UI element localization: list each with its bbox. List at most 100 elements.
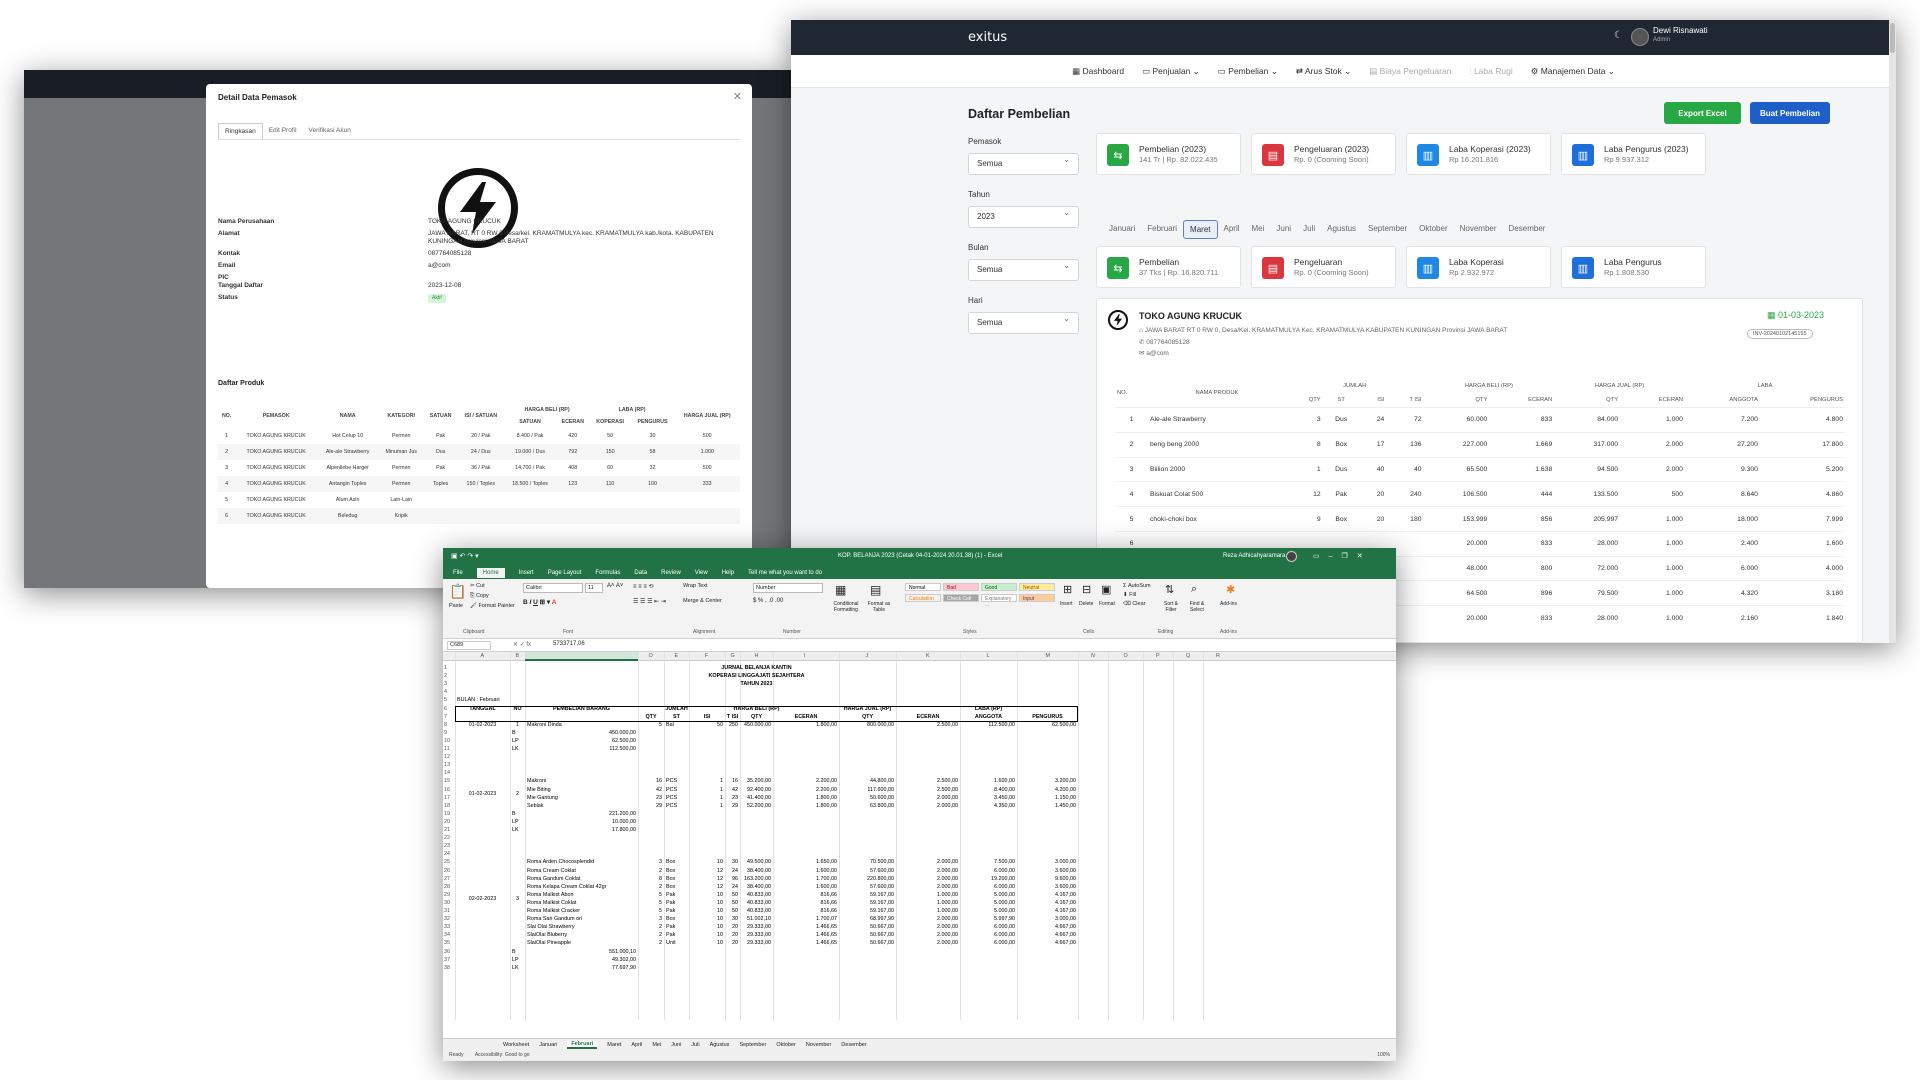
column-header[interactable]: G [731,653,735,659]
table-row[interactable]: 1 Ale-ale Strawberry 3 Dus 24 72 60.000 833 84.0… [1115,407,1845,433]
row-header[interactable]: 21 [444,827,450,833]
find-select-button[interactable]: Find & Select [1184,601,1210,613]
ribbon-tab[interactable]: Page Layout [548,570,582,576]
paste-button[interactable]: Paste [449,603,463,609]
zoom-level[interactable]: 100% [1377,1052,1390,1058]
style-neutral[interactable]: Neutral [1019,583,1055,591]
ribbon-tab[interactable]: Home [476,567,505,578]
month-tab[interactable]: Juli [1297,220,1321,239]
align-bottom-icons[interactable]: ☰ ☰ ☰ ⇤ ⇥ [633,598,666,605]
month-tab[interactable]: Januari [1103,220,1141,239]
buat-pembelian-button[interactable]: Buat Pembelian [1750,102,1830,124]
row-header[interactable]: 16 [444,787,450,793]
column-header[interactable]: Q [1186,653,1190,659]
row-header[interactable]: 13 [444,762,450,768]
filter-select[interactable]: Semua [968,259,1079,281]
tab-edit-profil[interactable]: Edit Profil [263,123,303,139]
nav-item[interactable]: ▤ Biaya Pengeluaran [1369,66,1451,77]
table-row[interactable]: 3 Biilion 2000 1 Dus 40 40 65.500 1.638 94.500 2.… [1115,456,1845,482]
ribbon-tab[interactable]: File [453,570,463,576]
window-controls[interactable]: ▭–❐✕ [1313,552,1372,560]
row-header[interactable]: 11 [444,746,450,752]
row-header[interactable]: 38 [444,965,450,971]
number-format-icons[interactable]: $ % , .0 .00 [753,598,783,604]
page-scrollbar[interactable] [1889,20,1896,643]
row-header[interactable]: 8 [444,722,447,728]
row-header[interactable]: 1 [444,665,447,671]
paste-icon[interactable]: 📋 [449,583,466,600]
column-header[interactable]: F [705,653,708,659]
conditional-formatting-button[interactable]: Conditional Formatting [829,601,863,613]
autosum-button[interactable]: Σ AutoSum [1123,583,1151,589]
style-good[interactable]: Good [981,583,1017,591]
row-header[interactable]: 7 [444,714,447,720]
ribbon-tab[interactable]: Data [634,570,647,576]
month-tab[interactable]: Maret [1183,220,1218,239]
row-header[interactable]: 31 [444,908,450,914]
avatar[interactable] [1631,28,1649,46]
month-tab[interactable]: Oktober [1413,220,1453,239]
sheet-tab[interactable]: Mei [652,1042,661,1048]
sheet-tab[interactable]: September [739,1042,766,1048]
sheet-tab[interactable]: Worksheet [503,1042,529,1048]
ribbon-tab[interactable]: Insert [519,570,534,576]
column-header[interactable]: J [866,653,869,659]
row-header[interactable]: 33 [444,924,450,930]
month-tab[interactable]: November [1454,220,1503,239]
row-header[interactable]: 6 [444,706,447,712]
table-row[interactable]: 1 TOKO AGUNG KRUCUK Hot Celup 10 Permen Pak 2… [218,428,740,444]
ribbon-tab[interactable]: Tell me what you want to do [748,570,822,576]
quick-access-icons[interactable]: ▣ ↶ ↷ ▾ [451,552,479,560]
row-header[interactable]: 12 [444,754,450,760]
cut-button[interactable]: ✂ Cut [470,583,485,589]
format-cells-button[interactable]: Format [1099,601,1115,607]
month-tab[interactable]: September [1362,220,1413,239]
row-header[interactable]: 2 [444,673,447,679]
sheet-tab[interactable]: Desember [841,1042,866,1048]
month-tab[interactable]: Mei [1246,220,1271,239]
close-icon[interactable]: ✕ [733,90,742,103]
row-header[interactable]: 5 [444,697,447,703]
table-row[interactable]: 4 Biskuat Colat 500 12 Pak 20 240 106.500 444 13… [1115,481,1845,507]
month-tab[interactable]: Agustus [1321,220,1362,239]
sheet-tab[interactable]: Juli [691,1042,699,1048]
column-header[interactable]: O [1124,653,1128,659]
format-as-table-button[interactable]: Format as Table [864,601,894,613]
font-style-buttons[interactable]: B I U ⊞ ▾ A [523,598,556,606]
row-header[interactable]: 36 [444,949,450,955]
filter-select[interactable]: Semua [968,153,1079,175]
row-header[interactable]: 4 [444,689,447,695]
style-calculation[interactable]: Calculation [905,594,941,602]
table-row[interactable]: 2 beng beng 2000 8 Box 17 136 227.000 1.669 317.… [1115,431,1845,458]
row-header[interactable]: 15 [444,778,450,784]
fill-button[interactable]: ⬇ Fill [1123,592,1136,598]
find-icon[interactable]: ⌕ [1191,583,1197,596]
table-row[interactable]: 3 TOKO AGUNG KRUCUK Alpenliebe Harger Perme… [218,460,740,476]
copy-button[interactable]: ⎘ Copy [470,593,489,600]
month-tab[interactable]: Juni [1270,220,1297,239]
filter-select[interactable]: 2023 [968,206,1079,228]
month-tab[interactable]: Desember [1503,220,1552,239]
row-header[interactable]: 14 [444,770,450,776]
clear-button[interactable]: ⌫ Clear [1123,601,1145,607]
row-header[interactable]: 17 [444,795,450,801]
month-tab[interactable]: April [1218,220,1246,239]
number-format-select[interactable]: Number [753,583,823,593]
sheet-tab[interactable]: Juni [671,1042,681,1048]
row-header[interactable]: 24 [444,851,450,857]
row-header[interactable]: 3 [444,681,447,687]
sheet-tab[interactable]: Maret [607,1042,621,1048]
column-header[interactable]: R [1216,653,1220,659]
style-check-cell[interactable]: Check Cell [943,594,979,602]
style-bad[interactable]: Bad [943,583,979,591]
nav-item[interactable]: ⇄ Arus Stok ⌄ [1296,66,1351,77]
font-grow-shrink[interactable]: A˄ A˅ [607,583,623,589]
row-header[interactable]: 30 [444,900,450,906]
font-size-select[interactable]: 11 [585,583,603,593]
formula-input[interactable]: 5733717,06 [553,641,585,647]
row-header[interactable]: 23 [444,843,450,849]
brand-logo[interactable]: exitus [968,30,1007,45]
tab-verifikasi-akun[interactable]: Verifikasi Akun [303,123,357,139]
row-header[interactable]: 34 [444,932,450,938]
row-header[interactable]: 32 [444,916,450,922]
